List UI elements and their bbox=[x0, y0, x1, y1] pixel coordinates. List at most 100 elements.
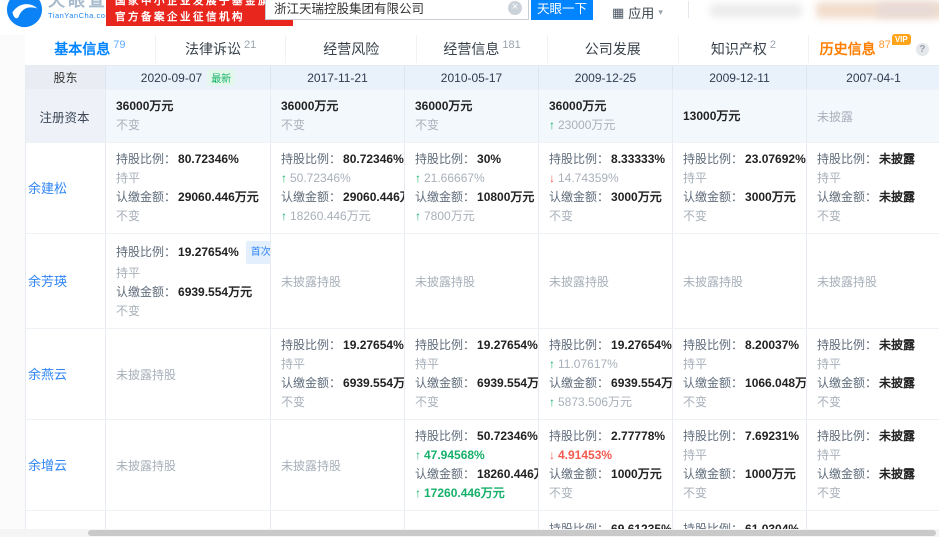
shareholder-link[interactable]: 余增云 bbox=[28, 456, 67, 475]
no-change-line: 持平 bbox=[116, 169, 260, 188]
brand-name: 天眼查 bbox=[48, 0, 112, 11]
cell-line: 认缴金额：6939.554万元 bbox=[281, 374, 394, 393]
logo-text: 天眼查 TianYanCha.com bbox=[48, 0, 112, 20]
table-cell: 持股比例：19.27654%持平认缴金额：6939.554万元不变 bbox=[271, 329, 405, 419]
tab-bar: 基本信息 79 法律诉讼 21 经营风险 经营信息 181 公司发展 知识产权 … bbox=[25, 35, 939, 63]
cell-line: 持股比例：19.27654%首次参股 bbox=[116, 241, 260, 264]
no-change-line: 持平 bbox=[817, 355, 930, 374]
no-change-line: 持平 bbox=[683, 169, 796, 188]
table-cell: 13000万元 bbox=[673, 90, 807, 142]
no-change-line: 持平 bbox=[683, 355, 796, 374]
cell-line: 13000万元 bbox=[683, 107, 796, 126]
cell-line: 认缴金额：3000万元 bbox=[549, 188, 662, 207]
table-cell: 未披露 bbox=[807, 90, 939, 142]
no-change-line: 不变 bbox=[683, 393, 796, 412]
corner-header: 股东 bbox=[26, 66, 106, 89]
apps-label: 应用 bbox=[628, 3, 654, 22]
cell-line: 持股比例：8.20037% bbox=[683, 336, 796, 355]
shareholder-history-table: 股东 2020-09-07 最新 2017-11-21 2010-05-17 2… bbox=[25, 65, 939, 537]
apps-menu[interactable]: ▦ 应用 ▾ bbox=[612, 3, 663, 22]
help-icon[interactable]: ? bbox=[916, 43, 929, 56]
trend-line: ↑7800万元 bbox=[415, 207, 528, 226]
tianyancha-logo[interactable]: 天眼查 TianYanCha.com bbox=[6, 0, 112, 28]
table-cell: 持股比例：8.33333%↓14.74359%认缴金额：3000万元不变 bbox=[539, 143, 673, 233]
first-participation-badge: 首次参股 bbox=[246, 241, 271, 264]
date-column-header: 2009-12-11 bbox=[673, 66, 807, 89]
cell-line: 持股比例：未披露 bbox=[817, 150, 930, 169]
search-input[interactable] bbox=[266, 1, 508, 15]
cell-line: 持股比例：2.77778% bbox=[549, 427, 662, 446]
table-row: 注册资本36000万元不变36000万元不变36000万元不变36000万元↑2… bbox=[26, 89, 939, 142]
date-column-header: 2017-11-21 bbox=[271, 66, 405, 89]
tab-company-development[interactable]: 公司发展 bbox=[547, 35, 678, 63]
undisclosed-text: 未披露持股 bbox=[817, 273, 930, 290]
table-row: 余建松持股比例：80.72346%持平认缴金额：29060.446万元不变持股比… bbox=[26, 142, 939, 233]
redacted-block bbox=[877, 3, 937, 17]
column-date: 2020-09-07 bbox=[141, 71, 202, 85]
latest-badge: 最新 bbox=[207, 69, 235, 86]
cell-line: 认缴金额：未披露 bbox=[817, 465, 930, 484]
table-cell: 36000万元不变 bbox=[405, 90, 539, 142]
tab-label: 知识产权 bbox=[711, 39, 767, 59]
arrow-down-icon: ↓ bbox=[549, 446, 555, 465]
trend-line: ↑18260.446万元 bbox=[281, 207, 394, 226]
table-cell: 持股比例：19.27654%首次参股持平认缴金额：6939.554万元不变 bbox=[106, 234, 271, 328]
shareholder-link[interactable]: 余建松 bbox=[28, 179, 67, 198]
row-name-cell: 余芳瑛 bbox=[26, 234, 106, 328]
date-column-header: 2009-12-25 bbox=[539, 66, 673, 89]
tab-intellectual-property[interactable]: 知识产权 2 bbox=[678, 35, 809, 63]
arrow-up-icon: ↑ bbox=[415, 484, 421, 503]
table-cell: 持股比例：19.27654%↑11.07617%认缴金额：6939.554万元↑… bbox=[539, 329, 673, 419]
cell-line: 持股比例：7.69231% bbox=[683, 427, 796, 446]
search-button[interactable]: 天眼一下 bbox=[531, 0, 593, 20]
cert-line-2: 官方备案企业征信机构 bbox=[115, 9, 284, 25]
undisclosed-text: 未披露持股 bbox=[683, 273, 796, 290]
cell-line: 持股比例：19.27654% bbox=[281, 336, 394, 355]
table-cell: 持股比例：未披露持平认缴金额：未披露不变 bbox=[807, 420, 939, 510]
no-change-line: 不变 bbox=[683, 207, 796, 226]
undisclosed-text: 未披露持股 bbox=[415, 273, 528, 290]
table-cell: 未披露持股 bbox=[271, 420, 405, 510]
cell-line: 认缴金额：29060.446万元 bbox=[281, 188, 394, 207]
table-cell: 未披露持股 bbox=[106, 329, 271, 419]
table-cell: 36000万元不变 bbox=[271, 90, 405, 142]
trend-line: ↑5873.506万元 bbox=[549, 393, 662, 412]
tab-business-info[interactable]: 经营信息 181 bbox=[416, 35, 547, 63]
tab-label: 基本信息 bbox=[54, 39, 110, 59]
table-cell: 持股比例：50.72346%↑47.94568%认缴金额：18260.446万元… bbox=[405, 420, 539, 510]
tab-business-risk[interactable]: 经营风险 bbox=[285, 35, 416, 63]
undisclosed-text: 未披露 bbox=[817, 108, 930, 125]
table-cell: 持股比例：未披露持平认缴金额：未披露不变 bbox=[807, 143, 939, 233]
no-change-line: 持平 bbox=[817, 446, 930, 465]
date-column-header: 2020-09-07 最新 bbox=[106, 66, 271, 89]
no-change-line: 持平 bbox=[415, 355, 528, 374]
table-header-row: 股东 2020-09-07 最新 2017-11-21 2010-05-17 2… bbox=[26, 66, 939, 89]
column-date: 2009-12-25 bbox=[575, 71, 636, 85]
horizontal-scrollbar[interactable] bbox=[0, 529, 939, 537]
shareholder-link[interactable]: 余芳瑛 bbox=[28, 272, 67, 291]
scrollbar-thumb[interactable] bbox=[88, 530, 936, 536]
cell-line: 持股比例：未披露 bbox=[817, 336, 930, 355]
shareholder-link[interactable]: 余燕云 bbox=[28, 365, 67, 384]
arrow-up-icon: ↑ bbox=[281, 169, 287, 188]
tab-historical-info[interactable]: 历史信息 87 VIP ? bbox=[808, 35, 939, 63]
column-date: 2009-12-11 bbox=[709, 71, 770, 85]
table-cell: 持股比例：未披露持平认缴金额：未披露不变 bbox=[807, 329, 939, 419]
row-label: 注册资本 bbox=[39, 107, 89, 126]
no-change-line: 不变 bbox=[683, 484, 796, 503]
tab-label: 历史信息 bbox=[820, 39, 876, 59]
tab-basic-info[interactable]: 基本信息 79 bbox=[25, 35, 155, 63]
cell-line: 认缴金额：未披露 bbox=[817, 188, 930, 207]
clear-search-icon[interactable]: × bbox=[508, 1, 522, 15]
table-row: 余增云未披露持股未披露持股持股比例：50.72346%↑47.94568%认缴金… bbox=[26, 419, 939, 510]
undisclosed-text: 未披露持股 bbox=[281, 457, 394, 474]
table-cell: 未披露持股 bbox=[271, 234, 405, 328]
no-change-line: 不变 bbox=[116, 207, 260, 226]
tab-legal-proceedings[interactable]: 法律诉讼 21 bbox=[155, 35, 286, 63]
trend-line: ↑11.07617% bbox=[549, 355, 662, 374]
cell-line: 36000万元 bbox=[116, 97, 260, 116]
table-row: 余芳瑛 持股比例：19.27654%首次参股持平认缴金额：6939.554万元不变… bbox=[26, 233, 939, 328]
trend-line: ↓14.74359% bbox=[549, 169, 662, 188]
arrow-up-icon: ↑ bbox=[549, 393, 555, 412]
cell-line: 认缴金额：1066.048万元 bbox=[683, 374, 796, 393]
